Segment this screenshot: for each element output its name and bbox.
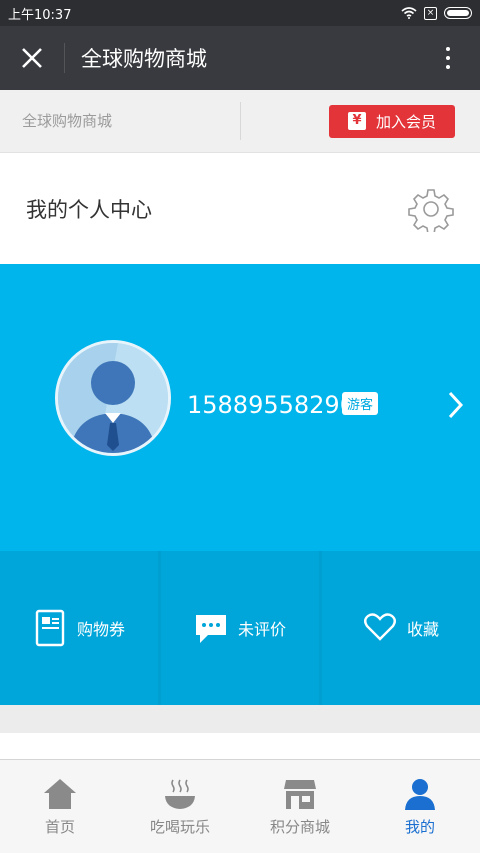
tab-label: 积分商城 — [269, 818, 330, 836]
join-member-label: 加入会员 — [375, 112, 436, 131]
default-avatar-icon — [58, 343, 168, 453]
close-icon — [22, 48, 42, 68]
content-area — [0, 733, 480, 759]
join-member-button[interactable]: ¥ 加入会员 — [329, 104, 455, 138]
coupon-icon — [35, 609, 65, 647]
gear-icon[interactable] — [408, 186, 454, 232]
more-dot-icon — [446, 56, 450, 60]
tab-home[interactable]: 首页 — [0, 760, 120, 853]
more-dot-icon — [446, 65, 450, 69]
wifi-icon — [401, 7, 417, 19]
yen-icon: ¥ — [347, 112, 366, 130]
profile-card[interactable]: 15889558290 游客 — [0, 264, 480, 551]
quick-action-favorites[interactable]: 收藏 — [322, 551, 480, 705]
heart-icon — [364, 613, 396, 641]
battery-icon — [444, 7, 472, 19]
more-dot-icon — [446, 47, 450, 51]
shop-header: 全球购物商城 ¥ 加入会员 — [0, 90, 480, 153]
user-phone: 15889558290 — [187, 391, 355, 419]
center-title: 我的个人中心 — [26, 197, 152, 222]
quick-action-label: 购物券 — [76, 620, 125, 639]
tab-points-mall[interactable]: 积分商城 — [240, 760, 360, 853]
quick-action-label: 未评价 — [237, 620, 286, 639]
guest-badge: 游客 — [342, 392, 379, 415]
status-time: 上午10:37 — [8, 7, 72, 23]
user-icon — [405, 779, 435, 810]
quick-action-coupons[interactable]: 购物券 — [0, 551, 158, 705]
shop-name: 全球购物商城 — [0, 102, 241, 140]
quick-action-unreviewed[interactable]: 未评价 — [161, 551, 319, 705]
status-icons: × — [401, 6, 472, 20]
quick-action-label: 收藏 — [406, 620, 439, 639]
section-divider — [0, 705, 480, 733]
home-icon — [44, 779, 76, 809]
tab-mine[interactable]: 我的 — [360, 760, 480, 853]
no-sim-icon: × — [424, 6, 437, 20]
join-wrap: ¥ 加入会员 — [241, 104, 480, 138]
avatar[interactable] — [55, 340, 171, 456]
more-menu-button[interactable] — [416, 26, 480, 90]
tab-food-fun[interactable]: 吃喝玩乐 — [120, 760, 240, 853]
tab-label: 我的 — [404, 818, 435, 836]
title-bar: 全球购物商城 — [0, 26, 480, 90]
center-header: 我的个人中心 — [0, 153, 480, 264]
bottom-tab-bar: 首页 吃喝玩乐 积分商城 我的 — [0, 759, 480, 853]
tab-label: 首页 — [44, 818, 75, 836]
bowl-icon — [165, 779, 195, 809]
quick-actions: 购物券 未评价 收藏 — [0, 551, 480, 705]
store-icon — [284, 780, 316, 809]
chevron-right-icon[interactable] — [446, 385, 466, 425]
comment-icon — [195, 615, 226, 643]
page-title: 全球购物商城 — [81, 47, 207, 71]
status-bar: 上午10:37 × — [0, 0, 480, 26]
tab-label: 吃喝玩乐 — [149, 818, 210, 836]
close-button[interactable] — [0, 26, 64, 90]
